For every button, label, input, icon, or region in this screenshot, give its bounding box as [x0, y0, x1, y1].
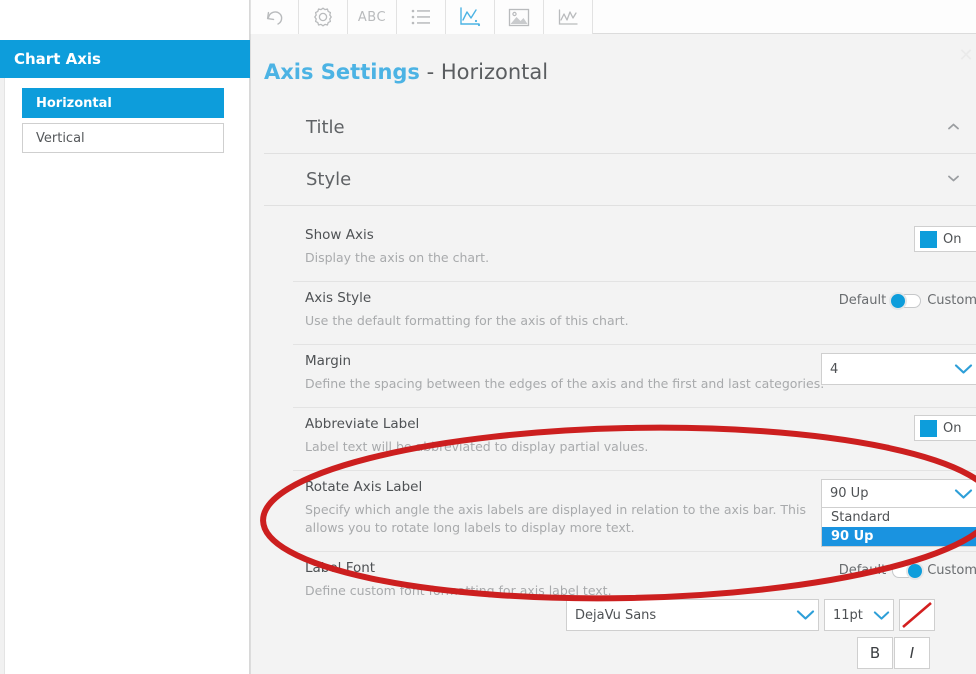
- section-style-label: Style: [306, 169, 352, 190]
- chart-button[interactable]: [446, 0, 495, 34]
- picture-icon: [507, 7, 531, 28]
- row-margin: Margin Define the spacing between the ed…: [293, 345, 976, 408]
- abbreviate-label-toggle-label: On: [943, 420, 962, 436]
- none-color-icon: [902, 602, 932, 628]
- section-title[interactable]: Title: [264, 102, 976, 154]
- rotate-axis-label-dropdown: Standard 90 Up: [821, 508, 976, 547]
- margin-select-value: 4: [830, 361, 839, 377]
- chevron-down-icon[interactable]: [950, 488, 976, 500]
- font-family-select[interactable]: DejaVu Sans: [566, 599, 819, 631]
- row-label-font: Label Font Define custom font formatting…: [293, 552, 976, 674]
- chevron-down-icon[interactable]: [950, 363, 976, 375]
- chevron-down-icon[interactable]: [948, 175, 959, 182]
- sidebar-item-vertical[interactable]: Vertical: [22, 123, 224, 153]
- chevron-down-icon[interactable]: [792, 609, 818, 621]
- gear-icon: [311, 5, 335, 29]
- italic-button[interactable]: I: [894, 637, 930, 669]
- top-toolbar: ABC: [250, 0, 976, 34]
- axis-nav-list: Horizontal Vertical: [22, 88, 224, 158]
- chevron-down-icon[interactable]: [869, 610, 893, 621]
- row-show-axis: Show Axis Display the axis on the chart.…: [293, 219, 976, 282]
- checkbox-checked-icon: [920, 230, 937, 248]
- row-rotate-axis-label: Rotate Axis Label Specify which angle th…: [293, 471, 976, 552]
- row-abbreviate-label-desc: Label text will be abbreviated to displa…: [305, 439, 649, 454]
- trend-chart-icon: [556, 7, 580, 28]
- italic-label: I: [909, 644, 915, 662]
- page-title-accent: Axis Settings: [264, 60, 420, 84]
- page-title-rest: - Horizontal: [419, 60, 549, 84]
- axis-settings-panel: Axis Settings - Horizontal ✕ Title Style…: [250, 34, 976, 674]
- checkbox-checked-icon: [920, 419, 937, 437]
- font-color-swatch[interactable]: [899, 599, 935, 631]
- line-chart-axis-icon: [458, 6, 482, 28]
- font-size-value: 11pt: [833, 607, 863, 623]
- sidebar-item-horizontal-label: Horizontal: [36, 96, 112, 111]
- font-size-select[interactable]: 11pt: [824, 599, 894, 631]
- sidebar-item-horizontal[interactable]: Horizontal: [22, 88, 224, 118]
- row-abbreviate-label-title: Abbreviate Label: [305, 416, 420, 432]
- margin-select[interactable]: 4: [821, 353, 976, 385]
- label-font-default-custom-toggle[interactable]: Default Custom: [838, 561, 976, 580]
- row-abbreviate-label: Abbreviate Label Label text will be abbr…: [293, 408, 976, 471]
- text-button[interactable]: ABC: [348, 0, 397, 34]
- undo-icon: [264, 7, 286, 27]
- label-font-switch-knob: [906, 561, 925, 580]
- panel-header-label: Chart Axis: [14, 50, 101, 68]
- undo-button[interactable]: [250, 0, 299, 34]
- chevron-up-icon[interactable]: [948, 123, 959, 130]
- row-rotate-axis-label-desc: Specify which angle the axis labels are …: [305, 502, 806, 535]
- settings-button[interactable]: [299, 0, 348, 34]
- axis-style-custom-label: Custom: [927, 293, 976, 308]
- section-style[interactable]: Style: [264, 154, 976, 206]
- row-margin-desc: Define the spacing between the edges of …: [305, 376, 825, 391]
- row-show-axis-desc: Display the axis on the chart.: [305, 250, 490, 265]
- image-button[interactable]: [495, 0, 544, 34]
- sidebar-item-vertical-label: Vertical: [36, 131, 85, 146]
- row-axis-style-desc: Use the default formatting for the axis …: [305, 313, 629, 328]
- label-font-custom-label: Custom: [927, 563, 976, 578]
- chart-axis-sidebar: Chart Axis Horizontal Vertical: [0, 0, 250, 674]
- row-axis-style: Axis Style Use the default formatting fo…: [293, 282, 976, 345]
- rotate-axis-label-value: 90 Up: [830, 486, 869, 501]
- axis-style-switch-knob: [889, 291, 908, 310]
- rotate-axis-label-select[interactable]: 90 Up: [821, 479, 976, 508]
- axis-style-default-custom-toggle[interactable]: Default Custom: [838, 291, 976, 310]
- row-label-font-title: Label Font: [305, 560, 376, 576]
- show-axis-toggle[interactable]: On: [914, 226, 976, 252]
- row-rotate-axis-label-title: Rotate Axis Label: [305, 479, 423, 495]
- section-title-label: Title: [306, 117, 345, 138]
- abc-icon: ABC: [357, 9, 387, 25]
- page-title: Axis Settings - Horizontal: [264, 60, 548, 84]
- panel-header: Chart Axis: [0, 40, 250, 78]
- row-margin-title: Margin: [305, 353, 352, 369]
- dropdown-option-90-up[interactable]: 90 Up: [822, 527, 976, 546]
- row-label-font-desc: Define custom font formatting for axis l…: [305, 583, 612, 598]
- list-button[interactable]: [397, 0, 446, 34]
- label-font-default-label: Default: [838, 563, 887, 578]
- row-show-axis-title: Show Axis: [305, 227, 374, 243]
- bold-button[interactable]: B: [857, 637, 893, 669]
- bold-label: B: [869, 644, 881, 662]
- dropdown-option-standard[interactable]: Standard: [822, 508, 976, 527]
- show-axis-toggle-label: On: [943, 231, 962, 247]
- axis-style-default-label: Default: [838, 293, 887, 308]
- close-icon[interactable]: ✕: [958, 47, 974, 65]
- sidebar-edge-strip: [0, 40, 5, 674]
- abbreviate-label-toggle[interactable]: On: [914, 415, 976, 441]
- sparkline-button[interactable]: [544, 0, 593, 34]
- row-axis-style-title: Axis Style: [305, 290, 372, 306]
- app-root: Chart Axis Horizontal Vertical ABC Axis …: [0, 0, 976, 674]
- axis-style-switch-track[interactable]: [889, 291, 922, 310]
- label-font-switch-track[interactable]: [892, 561, 925, 580]
- list-icon: [410, 8, 432, 26]
- font-family-value: DejaVu Sans: [575, 607, 657, 623]
